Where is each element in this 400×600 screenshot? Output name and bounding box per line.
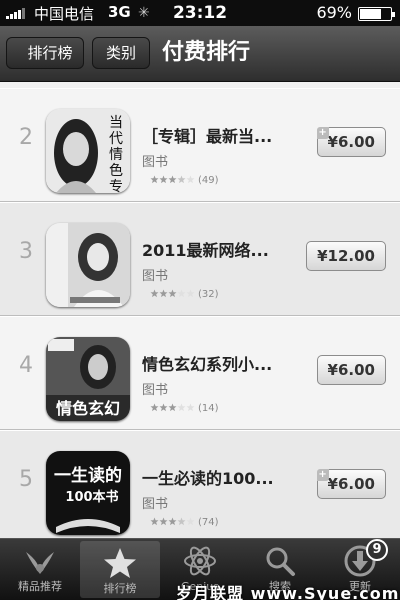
tab-label: 排行榜 <box>103 582 137 595</box>
rating-star-icon <box>159 289 168 298</box>
rank-number: 2 <box>19 125 33 150</box>
rating-star-icon <box>168 403 177 412</box>
rating-star-icon <box>150 289 159 298</box>
price-button[interactable]: + ¥6.00 <box>316 127 386 157</box>
rating-star-icon <box>186 517 195 526</box>
plus-icon: + <box>316 127 329 139</box>
rating-star-icon <box>168 517 177 526</box>
rating-star-icon <box>150 403 159 412</box>
rating-star-icon <box>177 289 186 298</box>
category-button[interactable]: 类别 <box>92 37 150 69</box>
app-category: 图书 <box>142 497 169 512</box>
app-title: 2011最新网络... <box>142 241 269 260</box>
network-type: 3G <box>108 3 131 21</box>
rating-star-icon <box>186 175 195 184</box>
list-item[interactable]: 4 情色玄幻 情色玄幻系列小... 图书 (14) ¥6.00 <box>0 316 400 430</box>
review-count: (32) <box>198 289 219 300</box>
navigation-bar: 排行榜 类别 付费排行 <box>0 26 400 82</box>
rank-number: 4 <box>19 353 33 378</box>
price-label: ¥6.00 <box>327 133 375 151</box>
svg-text:当: 当 <box>109 115 123 131</box>
signal-strength-icon <box>6 8 25 19</box>
activity-spinner-icon: ✳ <box>138 5 150 21</box>
rating-star-icon <box>168 175 177 184</box>
svg-text:专: 专 <box>109 179 123 193</box>
search-icon <box>266 547 295 576</box>
svg-text:100本书: 100本书 <box>65 489 118 505</box>
rating-star-icon <box>168 289 177 298</box>
clock: 23:12 <box>172 3 228 23</box>
svg-text:情色玄幻: 情色玄幻 <box>56 399 120 418</box>
book-cover-classics-icon: 一生读的 100本书 <box>46 451 130 535</box>
svg-text:色: 色 <box>109 162 123 179</box>
price-button[interactable]: + ¥6.00 <box>316 469 386 499</box>
app-category: 图书 <box>142 383 169 398</box>
battery-icon <box>358 7 395 21</box>
rating-star-icon <box>159 517 168 526</box>
rating-star-icon <box>177 517 186 526</box>
book-cover-fantasy-icon: 情色玄幻 <box>46 337 130 421</box>
ranking-list[interactable]: 2 当 代 情 色 专 ［专辑］最新当... 图书 (49) +¥6.00 3 <box>0 82 400 538</box>
price-label: ¥6.00 <box>327 361 375 379</box>
featured-icon <box>26 552 54 574</box>
svg-text:情: 情 <box>109 147 123 163</box>
rating-star-icon <box>159 175 168 184</box>
tab-featured[interactable]: 精品推荐 <box>0 539 80 600</box>
rating-star-icon <box>159 403 168 412</box>
back-button[interactable]: 排行榜 <box>6 37 84 69</box>
rank-number: 3 <box>19 239 33 264</box>
star-icon <box>104 548 136 578</box>
svg-text:代: 代 <box>109 131 123 147</box>
update-count-badge: 9 <box>366 539 388 561</box>
review-count: (14) <box>198 403 219 414</box>
app-title: 一生必读的100... <box>142 469 274 488</box>
carrier-name: 中国电信 <box>34 5 95 23</box>
genius-atom-icon <box>184 546 216 576</box>
watermark: 岁月联盟 www.Syue.com <box>176 584 400 600</box>
rating-star-icon <box>186 289 195 298</box>
app-title: 情色玄幻系列小... <box>142 355 273 374</box>
review-count: (49) <box>198 175 219 186</box>
rating-star-icon <box>177 175 186 184</box>
review-count: (74) <box>198 517 219 528</box>
svg-text:一生读的: 一生读的 <box>54 465 122 486</box>
plus-icon: + <box>316 469 329 481</box>
rating-star-icon <box>150 517 159 526</box>
list-item[interactable]: 5 一生读的 100本书 一生必读的100... 图书 (74) + ¥6.00 <box>0 430 400 538</box>
app-category: 图书 <box>142 155 169 170</box>
status-bar: 中国电信 3G ✳ 23:12 69% <box>0 0 400 26</box>
rating-star-icon <box>186 403 195 412</box>
book-cover-girl-icon <box>46 223 130 307</box>
price-button[interactable]: ¥6.00 <box>316 355 386 385</box>
app-category: 图书 <box>142 269 169 284</box>
price-label: ¥6.00 <box>327 475 375 493</box>
page-title: 付费排行 <box>162 40 251 65</box>
price-button[interactable]: ¥12.00 <box>306 241 386 271</box>
price-label: ¥12.00 <box>317 247 375 265</box>
rating-star-icon <box>177 403 186 412</box>
app-title: ［专辑］最新当... <box>142 127 273 146</box>
rating-star-icon <box>150 175 159 184</box>
book-cover-woman-icon: 当 代 情 色 专 <box>46 109 130 193</box>
rank-number: 5 <box>19 467 33 492</box>
battery-percent: 69% <box>316 3 352 22</box>
list-item[interactable]: 2 当 代 情 色 专 ［专辑］最新当... 图书 (49) + ¥6.00 <box>0 88 400 202</box>
list-item[interactable]: 3 2011最新网络... 图书 (32) ¥12.00 <box>0 202 400 316</box>
tab-label: 精品推荐 <box>18 580 62 593</box>
tab-rankings[interactable]: 排行榜 <box>80 541 160 598</box>
